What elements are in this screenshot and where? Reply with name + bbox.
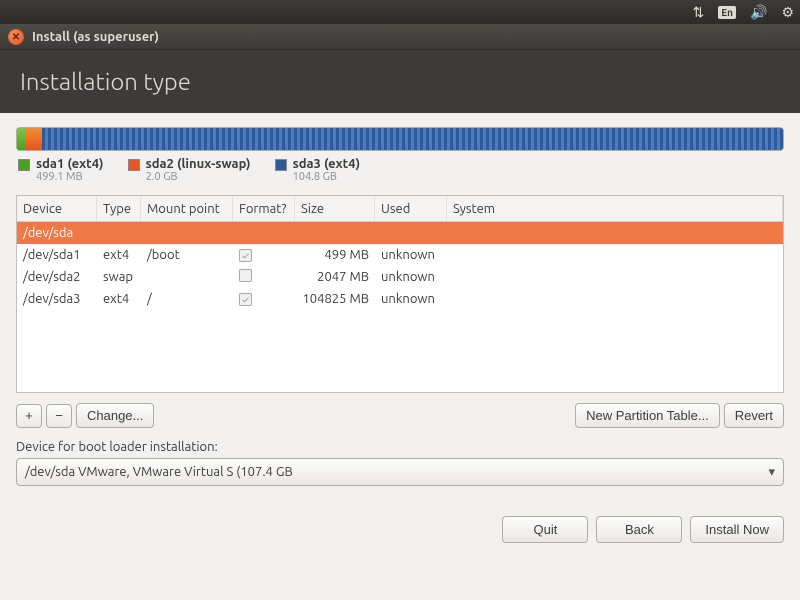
revert-button[interactable]: Revert — [724, 403, 784, 428]
cell-mount: / — [141, 292, 233, 306]
network-icon[interactable]: ⇅ — [692, 4, 704, 21]
format-checkbox[interactable]: ✓ — [239, 293, 252, 306]
bootloader-label: Device for boot loader installation: — [16, 440, 784, 454]
table-row[interactable]: /dev/sda2 swap 2047 MB unknown — [17, 266, 783, 288]
legend-swatch — [18, 159, 30, 171]
legend-label: sda3 (ext4) — [293, 157, 361, 171]
legend-label: sda2 (linux-swap) — [146, 157, 251, 171]
cell-size: 499 MB — [295, 248, 375, 262]
back-button[interactable]: Back — [596, 516, 682, 543]
format-checkbox[interactable]: ✓ — [239, 249, 252, 262]
col-used[interactable]: Used — [375, 196, 447, 221]
window-titlebar: ✕ Install (as superuser) — [0, 24, 800, 50]
cell-format[interactable] — [233, 269, 295, 285]
cell-device: /dev/sda1 — [17, 248, 97, 262]
legend-swatch — [128, 159, 140, 171]
cell-type: swap — [97, 270, 141, 284]
legend-item: sda3 (ext4) 104.8 GB — [275, 157, 361, 183]
cell-device: /dev/sda2 — [17, 270, 97, 284]
page-title: Installation type — [20, 68, 780, 95]
cell-used: unknown — [375, 292, 447, 306]
cell-mount: /boot — [141, 248, 233, 262]
quit-button[interactable]: Quit — [502, 516, 588, 543]
cell-device: /dev/sda3 — [17, 292, 97, 306]
col-mount[interactable]: Mount point — [141, 196, 233, 221]
usage-seg-sda1 — [17, 128, 26, 150]
legend-item: sda1 (ext4) 499.1 MB — [18, 157, 104, 183]
partition-table-header: Device Type Mount point Format? Size Use… — [17, 196, 783, 222]
content-area: sda1 (ext4) 499.1 MB sda2 (linux-swap) 2… — [0, 113, 800, 500]
partition-toolbar: + − Change... New Partition Table... Rev… — [16, 403, 784, 428]
usage-seg-sda2 — [26, 128, 41, 150]
cell-device: /dev/sda — [17, 226, 97, 240]
close-icon[interactable]: ✕ — [8, 29, 24, 45]
footer-buttons: Quit Back Install Now — [0, 500, 800, 559]
chevron-down-icon: ▾ — [768, 465, 775, 480]
cell-type: ext4 — [97, 292, 141, 306]
usage-seg-sda3 — [42, 128, 784, 150]
add-partition-button[interactable]: + — [16, 404, 42, 428]
col-device[interactable]: Device — [17, 196, 97, 221]
legend-swatch — [275, 159, 287, 171]
cell-format[interactable]: ✓ — [233, 292, 295, 306]
bootloader-device-value: /dev/sda VMware, VMware Virtual S (107.4… — [25, 465, 293, 479]
partition-table: Device Type Mount point Format? Size Use… — [16, 195, 784, 393]
window-title: Install (as superuser) — [32, 30, 159, 44]
volume-icon[interactable]: 🔊 — [750, 4, 767, 21]
remove-partition-button[interactable]: − — [46, 404, 72, 428]
col-size[interactable]: Size — [295, 196, 375, 221]
disk-usage-bar — [16, 127, 784, 151]
cell-used: unknown — [375, 270, 447, 284]
cell-format[interactable]: ✓ — [233, 248, 295, 262]
usage-legend: sda1 (ext4) 499.1 MB sda2 (linux-swap) 2… — [18, 157, 784, 183]
change-partition-button[interactable]: Change... — [76, 403, 154, 428]
new-partition-table-button[interactable]: New Partition Table... — [575, 403, 720, 428]
cell-size: 2047 MB — [295, 270, 375, 284]
legend-label: sda1 (ext4) — [36, 157, 104, 171]
system-menubar: ⇅ En 🔊 ⚙ — [0, 0, 800, 24]
format-checkbox[interactable] — [239, 269, 252, 282]
col-type[interactable]: Type — [97, 196, 141, 221]
legend-sublabel: 499.1 MB — [36, 171, 104, 183]
language-indicator[interactable]: En — [718, 6, 736, 19]
table-row[interactable]: /dev/sda1 ext4 /boot ✓ 499 MB unknown — [17, 244, 783, 266]
cell-used: unknown — [375, 248, 447, 262]
legend-sublabel: 2.0 GB — [146, 171, 251, 183]
bootloader-device-select[interactable]: /dev/sda VMware, VMware Virtual S (107.4… — [16, 458, 784, 486]
col-system[interactable]: System — [447, 196, 783, 221]
legend-sublabel: 104.8 GB — [293, 171, 361, 183]
table-row[interactable]: /dev/sda3 ext4 / ✓ 104825 MB unknown — [17, 288, 783, 310]
cell-type: ext4 — [97, 248, 141, 262]
col-format[interactable]: Format? — [233, 196, 295, 221]
gear-icon[interactable]: ⚙ — [781, 4, 794, 21]
install-now-button[interactable]: Install Now — [690, 516, 784, 543]
page-header: Installation type — [0, 50, 800, 113]
cell-size: 104825 MB — [295, 292, 375, 306]
legend-item: sda2 (linux-swap) 2.0 GB — [128, 157, 251, 183]
table-row[interactable]: /dev/sda — [17, 222, 783, 244]
